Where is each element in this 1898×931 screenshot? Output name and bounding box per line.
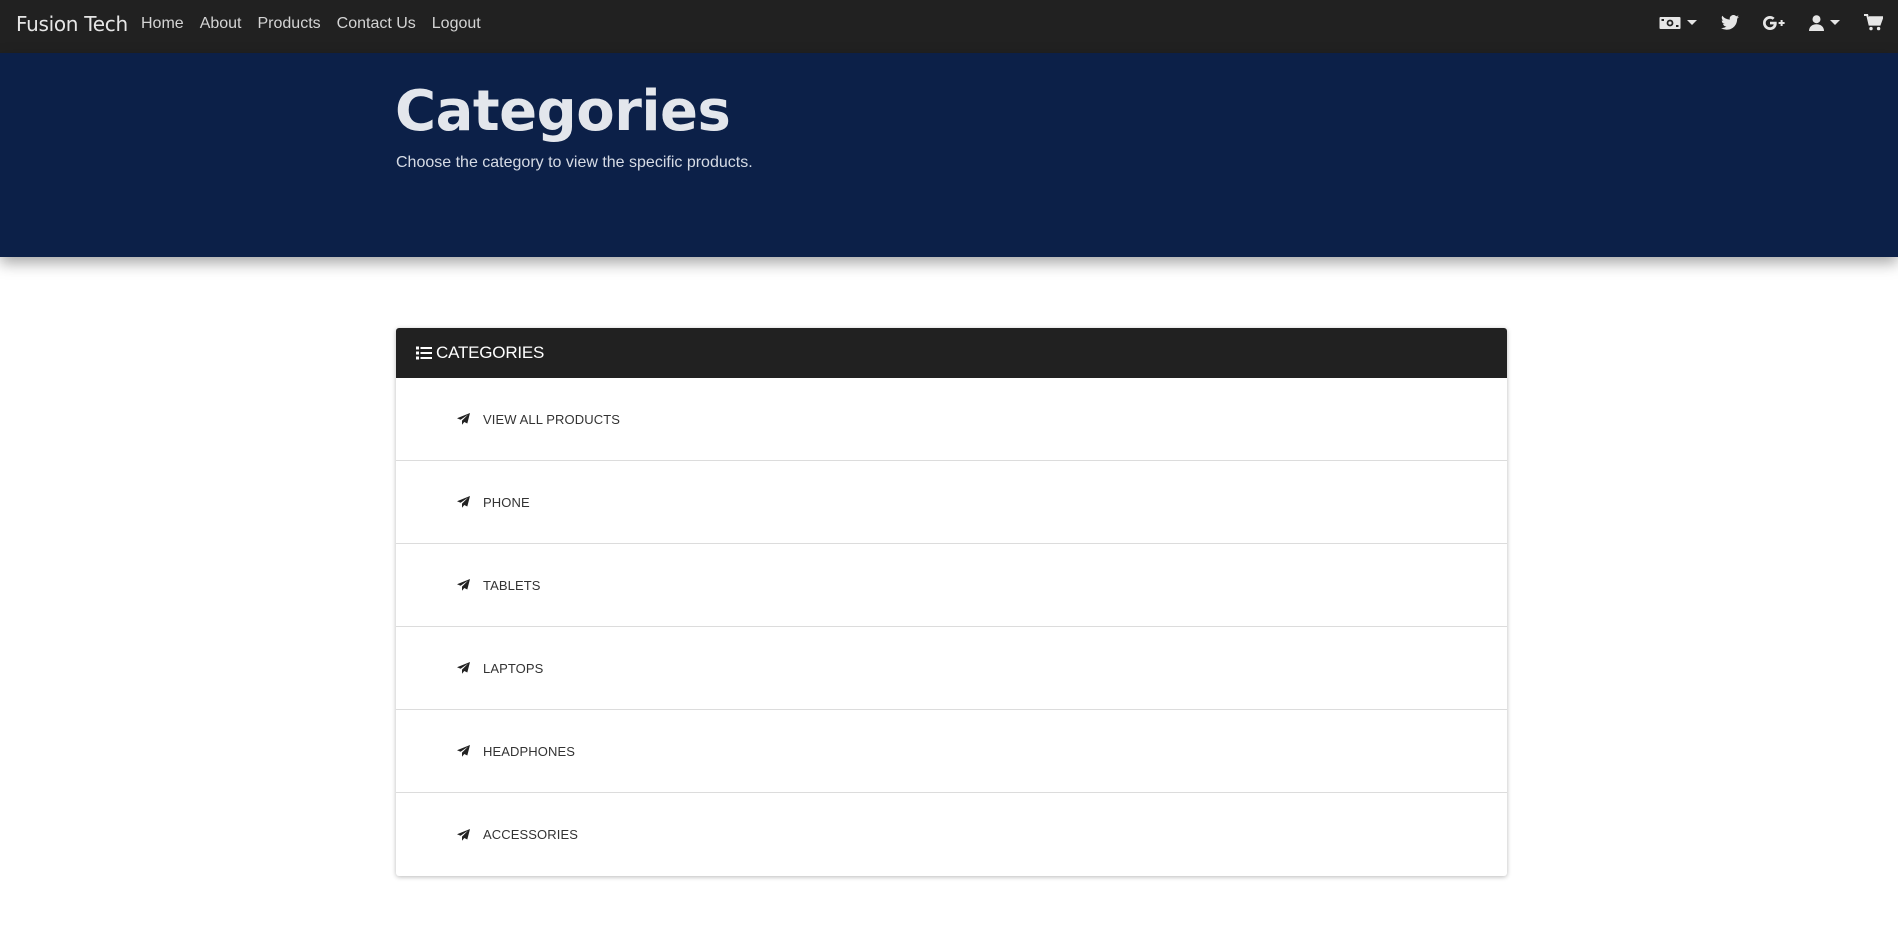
category-label: VIEW ALL PRODUCTS <box>483 411 621 427</box>
user-dropdown[interactable] <box>1809 14 1840 31</box>
category-label: ACCESSORIES <box>483 827 579 842</box>
chevron-down-icon <box>1830 20 1840 25</box>
category-item-phone[interactable]: PHONE <box>396 461 1507 544</box>
page-subtitle: Choose the category to view the specific… <box>396 154 753 171</box>
twitter-icon <box>1721 15 1739 30</box>
category-item-view-all-products[interactable]: VIEW ALL PRODUCTS <box>396 378 1507 461</box>
category-label: HEADPHONES <box>483 743 576 759</box>
categories-card: CATEGORIES VIEW ALL PRODUCTS PHONE TABLE… <box>396 328 1507 876</box>
nav-link-contact-us[interactable]: Contact Us <box>337 15 416 33</box>
user-icon <box>1809 14 1824 31</box>
paper-plane-icon <box>457 496 470 508</box>
money-icon <box>1659 16 1681 30</box>
paper-plane-icon <box>457 745 470 757</box>
currency-dropdown[interactable] <box>1659 16 1697 30</box>
google-plus-icon <box>1763 15 1785 30</box>
category-item-laptops[interactable]: LAPTOPS <box>396 627 1507 710</box>
cart-button[interactable] <box>1864 14 1883 31</box>
nav-link-products[interactable]: Products <box>258 15 321 33</box>
category-item-tablets[interactable]: TABLETS <box>396 544 1507 627</box>
paper-plane-icon <box>457 662 470 674</box>
category-label: LAPTOPS <box>483 660 544 676</box>
paper-plane-icon <box>457 413 470 425</box>
paper-plane-icon <box>457 579 470 591</box>
brand-logo[interactable]: Fusion Tech <box>16 12 128 36</box>
hero-banner: Categories Choose the category to view t… <box>0 53 1898 257</box>
card-header: CATEGORIES <box>396 328 1507 378</box>
page-title: Categories <box>395 79 731 144</box>
nav-links: Home About Products Contact Us Logout <box>141 15 497 33</box>
chevron-down-icon <box>1687 20 1697 25</box>
nav-right-icons <box>1635 14 1883 31</box>
paper-plane-icon <box>457 828 470 841</box>
cart-icon <box>1864 14 1883 31</box>
category-label: PHONE <box>483 494 530 510</box>
category-item-accessories[interactable]: ACCESSORIES <box>396 793 1507 876</box>
list-icon <box>416 346 432 360</box>
google-plus-link[interactable] <box>1763 15 1785 30</box>
category-item-headphones[interactable]: HEADPHONES <box>396 710 1507 793</box>
top-navbar: Fusion Tech Home About Products Contact … <box>0 0 1898 53</box>
nav-link-logout[interactable]: Logout <box>432 15 481 33</box>
twitter-link[interactable] <box>1721 15 1739 30</box>
nav-link-about[interactable]: About <box>200 15 242 33</box>
card-header-title: CATEGORIES <box>436 343 545 362</box>
category-label: TABLETS <box>483 577 541 593</box>
nav-link-home[interactable]: Home <box>141 15 184 33</box>
